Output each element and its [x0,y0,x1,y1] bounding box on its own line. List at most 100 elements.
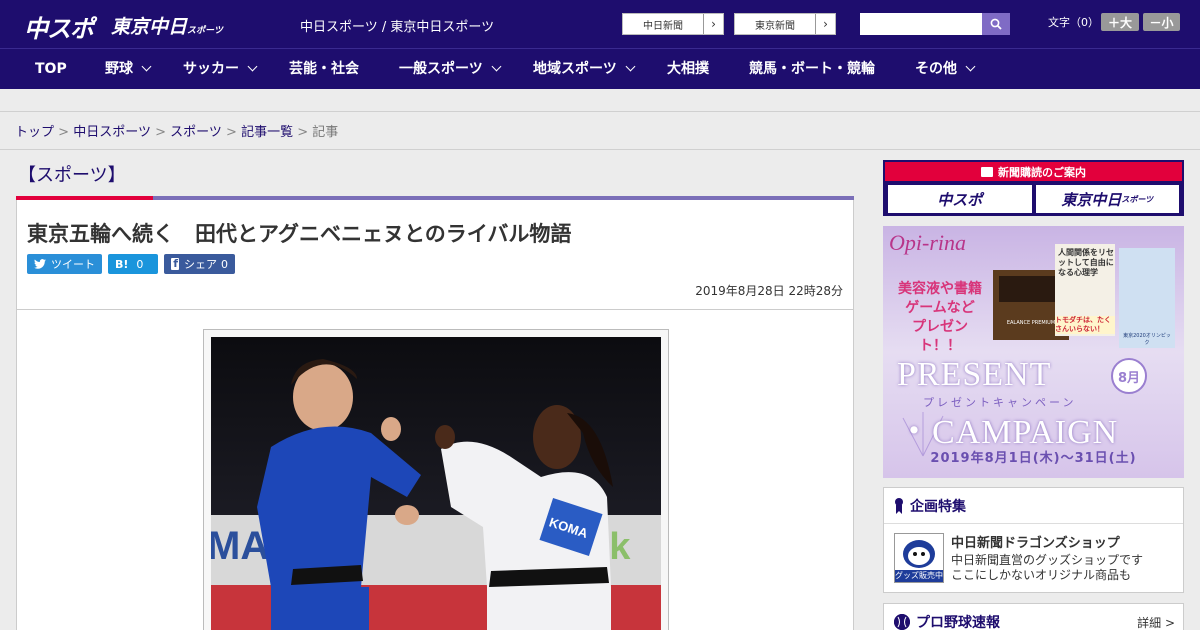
campaign-book-title: 人間関係をリセットして自由になる心理学 [1058,248,1114,277]
search-input[interactable] [860,13,982,35]
hatena-bookmark-button[interactable]: B! 0 [108,254,158,274]
nav-item-other[interactable]: その他 [915,49,976,89]
chunichi-shimbun-link[interactable]: 中日新聞 › [622,13,724,35]
breadcrumb-link-top[interactable]: トップ [15,125,54,140]
campaign-book-sub: トモダチは、たくさんいらない！ [1055,316,1115,334]
tokyo-chunichi-logo[interactable]: 東京中日スポーツ [111,12,223,39]
article-divider [17,309,853,310]
chevron-down-icon [247,61,258,72]
nav-label: TOP [35,61,67,77]
main-nav: TOP 野球 サッカー 芸能・社会 一般スポーツ 地域スポーツ 大相撲 競馬・ボ… [0,48,1200,89]
site-tagline: 中日スポーツ / 東京中日スポーツ [300,20,495,35]
nav-item-soccer[interactable]: サッカー [183,49,258,89]
breadcrumb-separator: > [226,125,237,140]
nav-label: 大相撲 [667,61,709,77]
campaign-period: 2019年8月1日(木)～31日(土) [930,451,1137,466]
facebook-share-label: シェア [184,258,217,271]
facebook-icon: f [171,257,179,270]
breadcrumb-link-article-list[interactable]: 記事一覧 [241,125,293,140]
hatena-icon: B! [115,257,129,271]
tweet-button[interactable]: ツイート [27,254,102,274]
tweet-label: ツイート [51,258,95,271]
nav-item-baseball[interactable]: 野球 [105,49,152,89]
breadcrumb-current: 記事 [312,125,339,140]
tokyo-shimbun-link[interactable]: 東京新聞 › [734,13,836,35]
breadcrumb-separator: > [297,125,309,140]
baseball-icon [894,614,910,630]
breadcrumb-link-sports[interactable]: スポーツ [170,125,222,140]
nav-item-local-sports[interactable]: 地域スポーツ [533,49,636,89]
campaign-line3: プレゼント！！ [912,319,968,354]
twitter-icon [34,259,46,269]
campaign-tagline: 美容液や書籍 ゲームなど プレゼント！！ [895,280,985,356]
campaign-campaign: ・CAMPAIGN [897,414,1119,451]
nav-item-top[interactable]: TOP [35,49,67,89]
article-date: 2019年8月28日 22時28分 [695,284,843,298]
feature-item-desc-2: ここにしかないオリジナル商品も [951,568,1132,582]
nav-item-general-sports[interactable]: 一般スポーツ [399,49,502,89]
tokyo-shimbun-label: 東京新聞 [755,20,795,32]
feature-item-title[interactable]: 中日新聞ドラゴンズショップ [951,532,1120,551]
subscription-chuspo-logo[interactable]: 中スポ [888,185,1032,213]
nav-label: 競馬・ボート・競輪 [749,61,875,77]
campaign-game-label: 東京2020オリンピック [1123,333,1171,346]
baseball-scores-head: プロ野球速報 詳細 > [884,604,1183,630]
subscription-tokyo-logo-text: 東京中日 [1061,190,1122,209]
nav-item-sumo[interactable]: 大相撲 [667,49,709,89]
search-button[interactable] [982,13,1010,35]
article-headline: 東京五輪へ続く 田代とアグニベニェヌとのライバル物語 [27,222,572,246]
nav-item-racing[interactable]: 競馬・ボート・競輪 [749,49,875,89]
dragons-shop-thumb: グッズ販売中 [894,533,944,583]
subscription-tokyo-chunichi-logo[interactable]: 東京中日 スポーツ [1035,185,1179,213]
campaign-line2: ゲームなど [905,300,975,316]
nav-label: サッカー [183,61,239,77]
article-card: 東京五輪へ続く 田代とアグニベニェヌとのライバル物語 ツイート B! 0 f シ… [16,200,854,630]
breadcrumb-link-chunichi-sports[interactable]: 中日スポーツ [73,125,151,140]
breadcrumb: トップ > 中日スポーツ > スポーツ > 記事一覧 > 記事 [15,121,338,140]
present-campaign-banner[interactable]: Opi-rina 美容液や書籍 ゲームなど プレゼント！！ EALANCE PR… [883,226,1184,478]
feature-item-dragons-shop[interactable]: グッズ販売中 中日新聞ドラゴンズショップ 中日新聞直営のグッズショップです ここ… [884,524,1183,590]
feature-card-title: 企画特集 [910,498,966,515]
breadcrumb-separator: > [58,125,70,140]
baseball-details-link[interactable]: 詳細 > [1137,614,1175,630]
nav-label: 地域スポーツ [533,61,617,77]
baseball-scores-title: プロ野球速報 [916,615,1000,630]
nav-label: 野球 [105,61,133,77]
subscription-banner[interactable]: 新聞購読のご案内 中スポ 東京中日 スポーツ [883,160,1184,216]
campaign-month-badge: 8月 [1111,358,1147,394]
nav-label: 芸能・社会 [289,61,359,77]
font-larger-button[interactable]: ＋大 [1101,13,1139,31]
category-title: 【スポーツ】 [18,165,126,186]
feature-card: 企画特集 グッズ販売中 中日新聞ドラゴンズショップ 中日新聞直営のグッズショップ… [883,487,1184,593]
search-icon [990,18,1002,30]
feature-card-head: 企画特集 [884,488,1183,524]
font-smaller-button[interactable]: －小 [1143,13,1180,31]
nav-item-entertainment[interactable]: 芸能・社会 [289,49,359,89]
dragons-shop-thumb-label: グッズ販売中 [895,571,943,580]
breadcrumb-separator: > [155,125,166,140]
campaign-present: PRESENT [897,356,1052,393]
nav-label: 一般スポーツ [399,61,483,77]
campaign-box-label: EALANCE PREMIUM [1006,320,1056,326]
campaign-brand: Opi-rina [889,230,966,255]
nav-label: その他 [915,61,957,77]
newspaper-icon [981,166,993,177]
font-size-label: 文字（0） [1048,16,1099,29]
chevron-right-icon: › [703,14,723,34]
chevron-down-icon [965,61,976,72]
chunichi-shimbun-label: 中日新聞 [643,20,683,32]
baseball-scores-card: プロ野球速報 詳細 > [883,603,1184,630]
tokyo-chunichi-logo-small: スポーツ [187,26,223,36]
ribbon-icon [895,497,903,514]
facebook-share-button[interactable]: f シェア 0 [164,254,235,274]
article-photo-frame: MAT ok KOMA [203,329,669,630]
hatena-count: 0 [136,257,144,271]
subscription-head-label: 新聞購読のご案内 [998,165,1086,179]
campaign-line1: 美容液や書籍 [898,281,982,297]
chuspo-logo[interactable]: 中スポ [24,9,94,44]
chevron-right-icon: › [815,14,835,34]
facebook-share-count: 0 [221,257,228,271]
article-photo-judo[interactable]: MAT ok KOMA [211,337,661,630]
chevron-down-icon [625,61,636,72]
judo-match-image: MAT ok KOMA [211,337,661,630]
